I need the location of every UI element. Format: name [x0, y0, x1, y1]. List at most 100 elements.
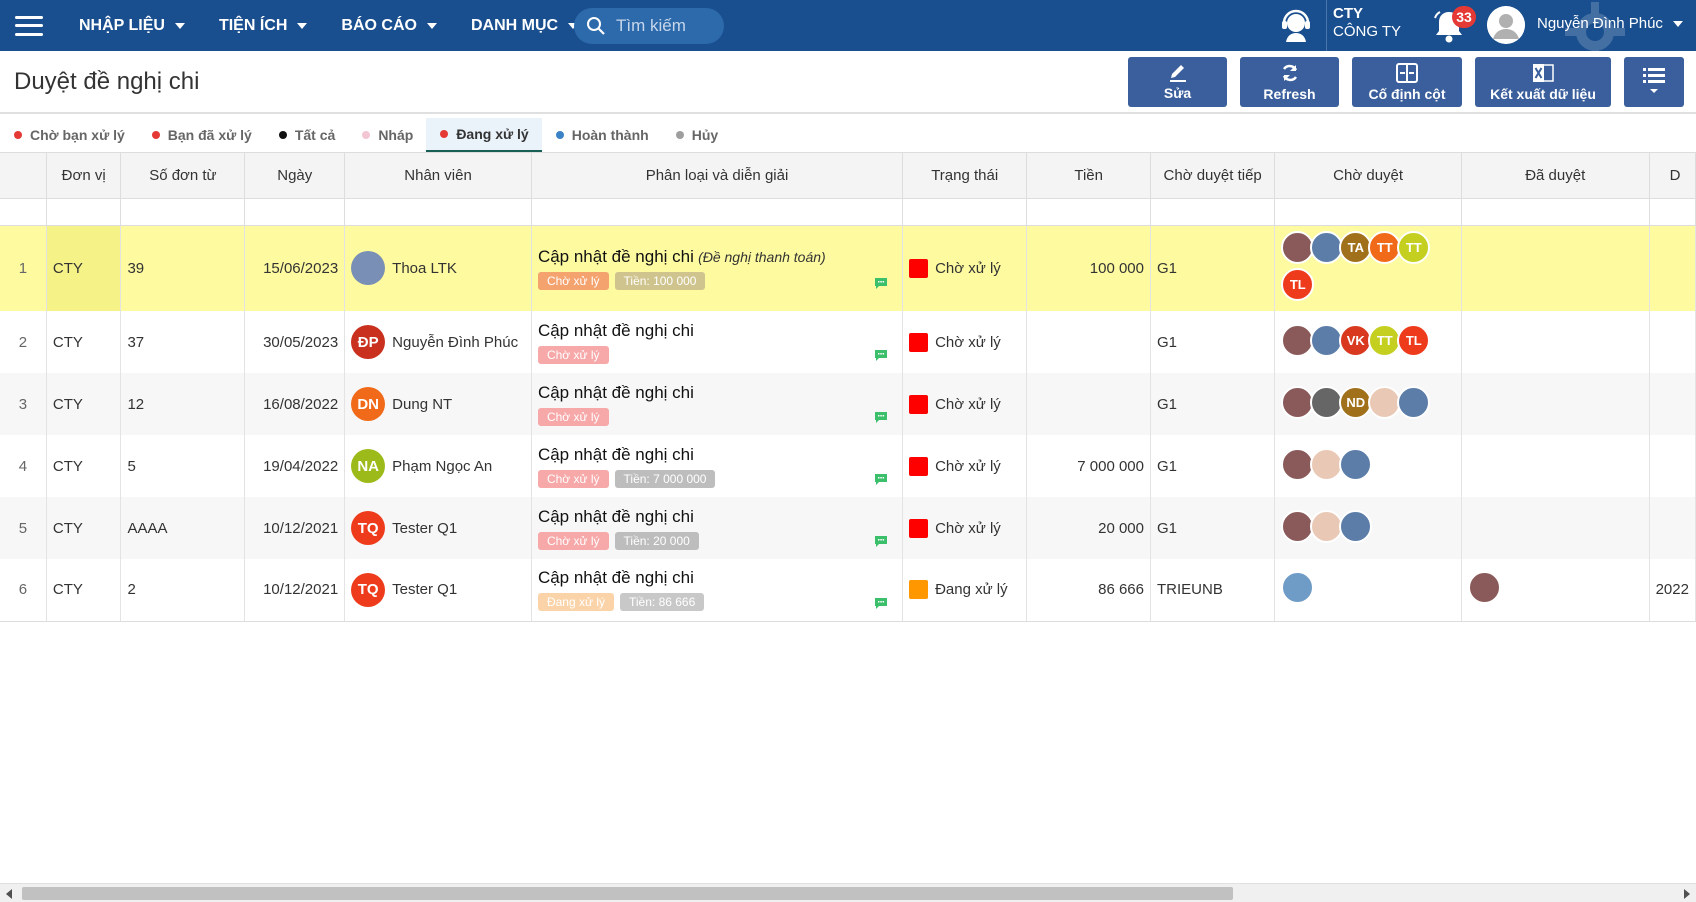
- cell-doc-number[interactable]: AAAA: [120, 497, 246, 559]
- cell-next-approver[interactable]: G1: [1150, 435, 1276, 497]
- column-header-employee[interactable]: Nhân viên: [344, 153, 532, 199]
- column-header-pending-approvers[interactable]: Chờ duyệt: [1274, 153, 1462, 199]
- approver-photo-avatar[interactable]: [1467, 571, 1501, 605]
- tab-draft[interactable]: Nháp: [348, 118, 426, 152]
- approver-photo-avatar[interactable]: [1397, 385, 1431, 419]
- filter-cell[interactable]: [344, 198, 532, 226]
- support-icon[interactable]: [1278, 8, 1314, 44]
- search-input[interactable]: [616, 16, 716, 36]
- tab-you-processed[interactable]: Bạn đã xử lý: [138, 118, 265, 152]
- cell-pending-approvers[interactable]: [1274, 435, 1462, 497]
- cell-status[interactable]: Chờ xử lý: [902, 497, 1028, 559]
- approver-photo-avatar[interactable]: [1281, 571, 1315, 605]
- cell-unit[interactable]: CTY: [46, 497, 122, 559]
- cell-unit[interactable]: CTY: [46, 311, 122, 373]
- column-header-approved[interactable]: Đã duyệt: [1461, 153, 1650, 199]
- cell-pending-approvers[interactable]: ND: [1274, 373, 1462, 435]
- nav-item-utilities[interactable]: TIỆN ÍCH: [219, 17, 308, 35]
- cell-amount[interactable]: 20 000: [1026, 497, 1151, 559]
- cell-extra[interactable]: [1649, 497, 1696, 559]
- cell-pending-approvers[interactable]: TA TT TT TL: [1274, 225, 1462, 311]
- approver-photo-avatar[interactable]: [1339, 447, 1373, 481]
- cell-date[interactable]: 10/12/2021: [244, 497, 346, 559]
- table-row[interactable]: 2 CTY 37 30/05/2023 ĐP Nguyễn Đình Phúc Cập nh…: [0, 311, 1696, 373]
- comment-icon[interactable]: [874, 596, 888, 613]
- column-header-date[interactable]: Ngày: [244, 153, 346, 199]
- cell-unit[interactable]: CTY: [46, 559, 122, 622]
- cell-status[interactable]: Chờ xử lý: [902, 373, 1028, 435]
- column-header-next-approver[interactable]: Chờ duyệt tiếp: [1150, 153, 1276, 199]
- comment-icon[interactable]: [874, 410, 888, 427]
- table-row[interactable]: 4 CTY 5 19/04/2022 NA Phạm Ngọc An Cập nhật đề…: [0, 435, 1696, 497]
- cell-amount[interactable]: [1026, 311, 1151, 373]
- cell-extra[interactable]: [1649, 435, 1696, 497]
- cell-date[interactable]: 30/05/2023: [244, 311, 346, 373]
- filter-cell[interactable]: [120, 198, 246, 226]
- cell-status[interactable]: Chờ xử lý: [902, 435, 1028, 497]
- column-header-amount[interactable]: Tiền: [1026, 153, 1151, 199]
- cell-description[interactable]: Cập nhật đề nghị chi Chờ xử lý Tiền: 7 000…: [531, 435, 904, 497]
- cell-employee[interactable]: NA Phạm Ngọc An: [344, 435, 532, 497]
- cell-pending-approvers[interactable]: [1274, 559, 1462, 622]
- freeze-column-button[interactable]: Cố định cột: [1352, 57, 1462, 107]
- cell-status[interactable]: Chờ xử lý: [902, 225, 1028, 311]
- list-menu-button[interactable]: [1624, 57, 1684, 107]
- filter-cell[interactable]: [1649, 198, 1696, 226]
- table-row[interactable]: 1 CTY 39 15/06/2023 Thoa LTK Cập nhật đề nghị…: [0, 225, 1696, 311]
- filter-cell[interactable]: [1026, 198, 1151, 226]
- filter-cell[interactable]: [1461, 198, 1650, 226]
- cell-doc-number[interactable]: 12: [120, 373, 246, 435]
- menu-icon[interactable]: [15, 15, 43, 36]
- cell-date[interactable]: 10/12/2021: [244, 559, 346, 622]
- table-row[interactable]: 5 CTY AAAA 10/12/2021 TQ Tester Q1 Cập nhật đề…: [0, 497, 1696, 559]
- table-row[interactable]: 6 CTY 2 10/12/2021 TQ Tester Q1 Cập nhật đề ng…: [0, 559, 1696, 622]
- approver-photo-avatar[interactable]: [1339, 509, 1373, 543]
- table-row[interactable]: 3 CTY 12 16/08/2022 DN Dung NT Cập nhật đề ngh…: [0, 373, 1696, 435]
- tab-cancelled[interactable]: Hủy: [662, 118, 731, 152]
- cell-approved[interactable]: [1461, 559, 1650, 622]
- cell-approved[interactable]: [1461, 435, 1650, 497]
- cell-approved[interactable]: [1461, 497, 1650, 559]
- cell-doc-number[interactable]: 2: [120, 559, 246, 622]
- horizontal-scrollbar[interactable]: [0, 883, 1696, 902]
- cell-amount[interactable]: [1026, 373, 1151, 435]
- scroll-left-arrow-icon[interactable]: [6, 889, 12, 899]
- comment-icon[interactable]: [874, 348, 888, 365]
- cell-approved[interactable]: [1461, 311, 1650, 373]
- nav-item-catalog[interactable]: DANH MỤC: [471, 17, 579, 35]
- cell-extra[interactable]: 2022: [1649, 559, 1696, 622]
- cell-next-approver[interactable]: G1: [1150, 497, 1276, 559]
- cell-employee[interactable]: TQ Tester Q1: [344, 559, 532, 622]
- cell-description[interactable]: Cập nhật đề nghị chi Chờ xử lý: [531, 373, 904, 435]
- cell-description[interactable]: Cập nhật đề nghị chi Chờ xử lý: [531, 311, 904, 373]
- cell-next-approver[interactable]: G1: [1150, 373, 1276, 435]
- column-header-status[interactable]: Trạng thái: [902, 153, 1028, 199]
- column-header-doc-number[interactable]: Số đơn từ: [120, 153, 246, 199]
- cell-amount[interactable]: 86 666: [1026, 559, 1151, 622]
- cell-unit[interactable]: CTY: [46, 373, 122, 435]
- nav-item-data-entry[interactable]: NHẬP LIỆU: [79, 17, 185, 35]
- cell-status[interactable]: Đang xử lý: [902, 559, 1028, 622]
- cell-date[interactable]: 19/04/2022: [244, 435, 346, 497]
- user-avatar[interactable]: [1487, 6, 1525, 44]
- cell-employee[interactable]: TQ Tester Q1: [344, 497, 532, 559]
- cell-next-approver[interactable]: TRIEUNB: [1150, 559, 1276, 622]
- scroll-right-arrow-icon[interactable]: [1684, 889, 1690, 899]
- cell-employee[interactable]: DN Dung NT: [344, 373, 532, 435]
- cell-pending-approvers[interactable]: VK TT TL: [1274, 311, 1462, 373]
- tab-waiting-for-you[interactable]: Chờ bạn xử lý: [0, 118, 138, 152]
- cell-doc-number[interactable]: 37: [120, 311, 246, 373]
- approver-avatar[interactable]: TT: [1397, 231, 1431, 265]
- filter-cell[interactable]: [531, 198, 904, 226]
- cell-employee[interactable]: Thoa LTK: [344, 225, 532, 311]
- tab-all[interactable]: Tất cả: [265, 118, 348, 152]
- tab-in-progress[interactable]: Đang xử lý: [426, 118, 542, 152]
- cell-pending-approvers[interactable]: [1274, 497, 1462, 559]
- cell-amount[interactable]: 100 000: [1026, 225, 1151, 311]
- cell-date[interactable]: 15/06/2023: [244, 225, 346, 311]
- cell-description[interactable]: Cập nhật đề nghị chi Chờ xử lý Tiền: 20 00…: [531, 497, 904, 559]
- company-selector[interactable]: CTY CÔNG TY: [1333, 5, 1401, 41]
- cell-unit[interactable]: CTY: [46, 225, 122, 311]
- cell-approved[interactable]: [1461, 225, 1650, 311]
- column-header-extra[interactable]: D: [1649, 153, 1696, 199]
